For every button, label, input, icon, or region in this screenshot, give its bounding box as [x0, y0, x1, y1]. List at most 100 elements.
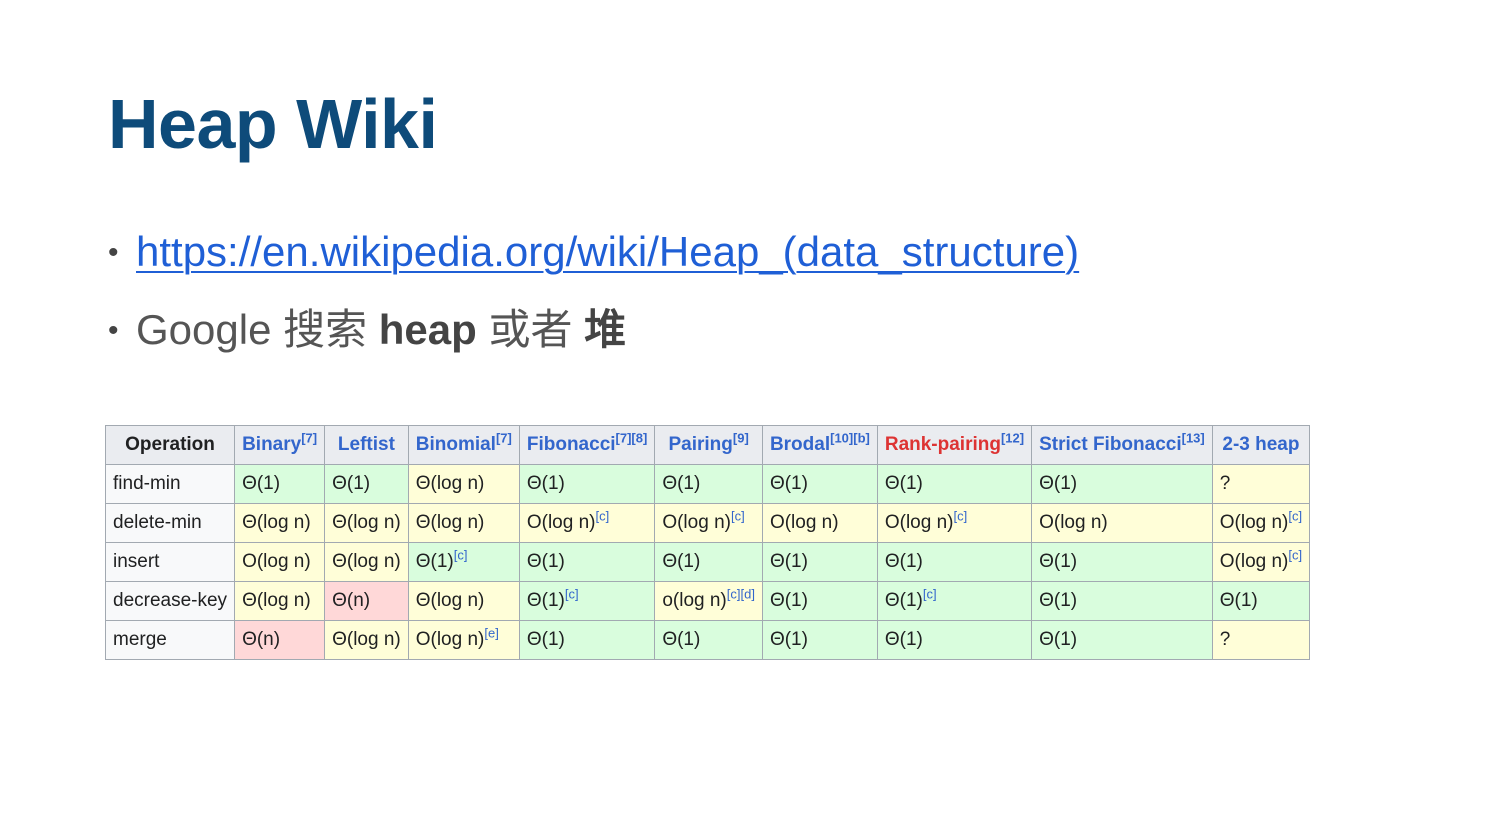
table-row: delete-min Θ(log n) Θ(log n) Θ(log n) O(log … [104, 503, 1311, 543]
complexity-cell: O(log n) [234, 542, 326, 582]
column-header-label: Brodal [769, 434, 831, 455]
complexity-cell: Θ(1) [1031, 581, 1213, 621]
complexity-value: ? [1219, 629, 1231, 650]
table-row: merge Θ(n) Θ(log n) O(log n)[e] Θ(1) Θ(1) Θ(1)… [104, 620, 1311, 660]
bullet-dot-icon: • [108, 314, 119, 347]
complexity-cell: Θ(1) [1031, 464, 1213, 504]
complexity-value: Θ(1) [769, 473, 808, 494]
complexity-value: Θ(1) [1039, 590, 1078, 611]
complexity-cell: Θ(1) [518, 620, 656, 660]
complexity-cell: Θ(1) [876, 542, 1033, 582]
complexity-value: Θ(1) [1039, 551, 1078, 572]
column-header-operation: Operation [104, 425, 236, 465]
complexity-cell: Θ(n) [324, 581, 409, 621]
reference-link[interactable]: [7][8] [616, 431, 648, 446]
complexity-cell: Θ(1) [518, 542, 656, 582]
complexity-value: Θ(1) [1219, 590, 1258, 611]
column-header-pairing[interactable]: Pairing[9] [654, 425, 763, 465]
operation-cell: delete-min [104, 503, 236, 543]
bullet-dot-icon: • [108, 236, 119, 269]
complexity-cell: O(log n)[c] [654, 503, 763, 543]
complexity-value: Θ(1) [884, 551, 923, 572]
complexity-value: Θ(1) [662, 551, 701, 572]
complexity-value: Θ(log n) [332, 629, 401, 650]
column-header-rank-pairing[interactable]: Rank-pairing[12] [876, 425, 1033, 465]
complexity-value: O(log n) [242, 551, 311, 572]
reference-link[interactable]: [7] [496, 431, 512, 446]
column-header-2-3-heap[interactable]: 2-3 heap [1211, 425, 1311, 465]
complexity-cell: O(log n)[c] [876, 503, 1033, 543]
reference-link[interactable]: [9] [733, 431, 749, 446]
operation-cell: find-min [104, 464, 236, 504]
reference-link[interactable]: [c] [1288, 548, 1302, 563]
complexity-value: Θ(1) [526, 551, 565, 572]
complexity-value: Θ(1) [1039, 473, 1078, 494]
complexity-cell: Θ(1) [876, 464, 1033, 504]
complexity-value: Θ(1) [884, 629, 923, 650]
bullet-google-search: • Google 搜索 heap 或者 堆 [108, 296, 1079, 364]
complexity-value: O(log n) [415, 629, 485, 650]
reference-link[interactable]: [e] [484, 626, 498, 641]
complexity-cell: Θ(1) [234, 464, 326, 504]
table-header-row: Operation Binary[7] Leftist Binomial[7] Fibo… [104, 425, 1311, 465]
complexity-value: Θ(log n) [415, 473, 485, 494]
column-header-label: Rank-pairing [884, 434, 1001, 455]
reference-link[interactable]: [c][d] [727, 587, 755, 602]
complexity-value: ? [1219, 473, 1231, 494]
search-term-heap: heap [378, 306, 477, 353]
column-header-binary[interactable]: Binary[7] [234, 425, 326, 465]
wikipedia-heap-link[interactable]: https://en.wikipedia.org/wiki/Heap_(data… [136, 228, 1079, 276]
complexity-cell: Θ(log n) [324, 620, 409, 660]
complexity-cell: O(log n)[c] [1211, 503, 1311, 543]
complexity-cell: Θ(log n) [324, 542, 409, 582]
complexity-value: Θ(log n) [415, 590, 485, 611]
complexity-cell: o(log n)[c][d] [654, 581, 763, 621]
complexity-cell: O(log n) [1031, 503, 1213, 543]
reference-link[interactable]: [c] [596, 509, 610, 524]
complexity-value: Θ(1) [662, 629, 701, 650]
column-header-label: Strict Fibonacci [1039, 434, 1182, 455]
column-header-binomial[interactable]: Binomial[7] [407, 425, 520, 465]
complexity-cell: O(log n)[e] [407, 620, 520, 660]
column-header-strict-fibonacci[interactable]: Strict Fibonacci[13] [1031, 425, 1213, 465]
reference-link[interactable]: [c] [731, 509, 745, 524]
google-search-prefix: Google 搜索 [136, 306, 379, 353]
complexity-cell: ? [1211, 620, 1311, 660]
complexity-value: Θ(n) [242, 629, 281, 650]
complexity-value: Θ(1) [415, 551, 454, 572]
complexity-cell: O(log n)[c] [518, 503, 656, 543]
reference-link[interactable]: [c] [454, 548, 468, 563]
complexity-value: Θ(1) [526, 629, 565, 650]
reference-link[interactable]: [c] [1288, 509, 1302, 524]
complexity-cell: Θ(1)[c] [407, 542, 520, 582]
complexity-cell: Θ(1) [654, 542, 763, 582]
reference-link[interactable]: [c] [565, 587, 579, 602]
reference-link[interactable]: [10][b] [830, 431, 870, 446]
slide: Heap Wiki • https://en.wikipedia.org/wik… [0, 0, 1496, 839]
complexity-value: O(log n) [884, 512, 954, 533]
complexity-value: Θ(1) [884, 473, 923, 494]
operation-cell: insert [104, 542, 236, 582]
complexity-value: Θ(1) [662, 473, 701, 494]
reference-link[interactable]: [c] [953, 509, 967, 524]
complexity-cell: O(log n)[c] [1211, 542, 1311, 582]
reference-link[interactable]: [7] [301, 431, 317, 446]
column-header-fibonacci[interactable]: Fibonacci[7][8] [518, 425, 656, 465]
complexity-value: Θ(log n) [332, 551, 401, 572]
column-header-label: Binomial [415, 434, 496, 455]
column-header-leftist[interactable]: Leftist [324, 425, 409, 465]
complexity-cell: Θ(log n) [234, 581, 326, 621]
column-header-brodal[interactable]: Brodal[10][b] [761, 425, 878, 465]
complexity-value: Θ(1) [526, 473, 565, 494]
bullet-list: • https://en.wikipedia.org/wiki/Heap_(da… [108, 228, 1079, 364]
column-header-label: 2-3 heap [1222, 434, 1300, 455]
complexity-value: Θ(1) [526, 590, 565, 611]
reference-link[interactable]: [12] [1001, 431, 1024, 446]
complexity-cell: Θ(1)[c] [876, 581, 1033, 621]
table-row: insert O(log n) Θ(log n) Θ(1)[c] Θ(1) Θ(1) Θ(1… [104, 542, 1311, 582]
complexity-value: Θ(log n) [242, 590, 311, 611]
reference-link[interactable]: [13] [1182, 431, 1205, 446]
complexity-value: O(log n) [1039, 512, 1108, 533]
heap-comparison-table: Operation Binary[7] Leftist Binomial[7] Fibo… [104, 425, 1311, 660]
reference-link[interactable]: [c] [923, 587, 937, 602]
